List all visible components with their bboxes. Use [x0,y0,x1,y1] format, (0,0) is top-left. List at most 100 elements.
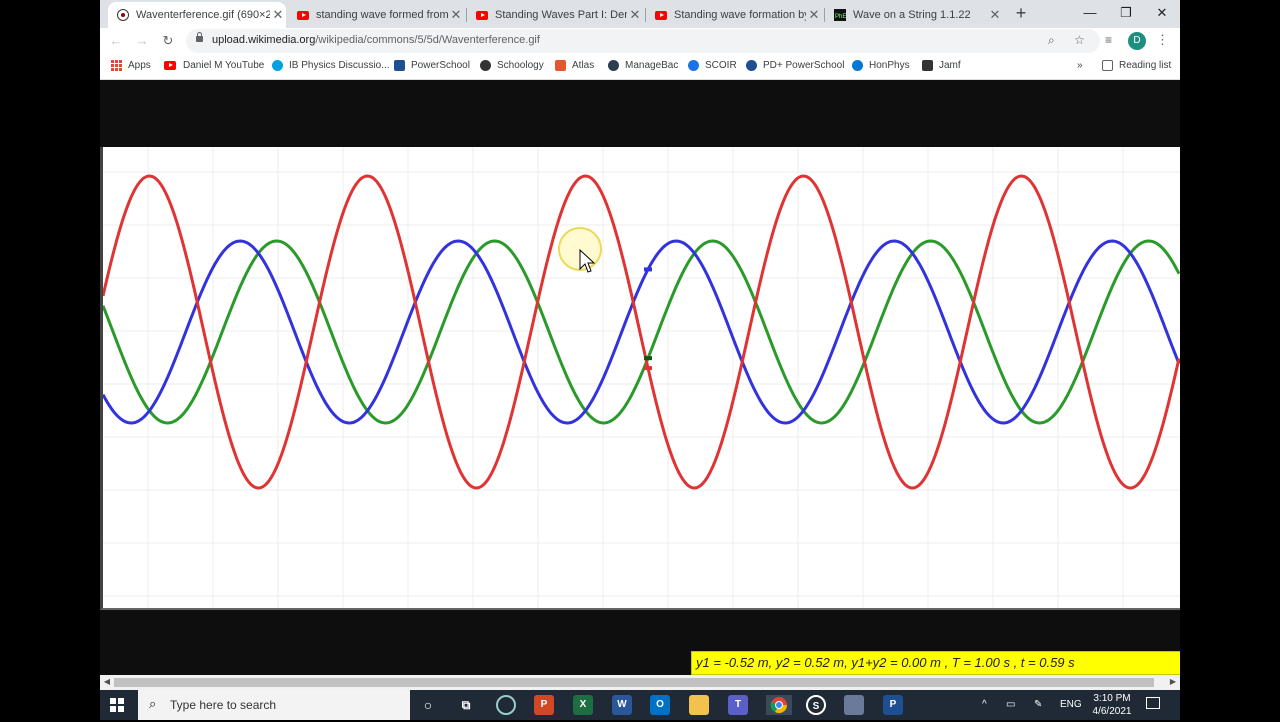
horizontal-scrollbar[interactable]: ◀ ▶ [100,675,1180,690]
powerpoint-icon[interactable]: P [534,695,554,715]
address-bar[interactable]: upload.wikimedia.org/wikipedia/commons/5… [186,29,1100,53]
bookmark-schoology[interactable]: Schoology [480,60,544,71]
apps-grid-icon [111,60,122,71]
bookmark-ib-physics[interactable]: IB Physics Discussio... [272,60,390,71]
bookmark-label: Schoology [497,60,544,71]
forward-button[interactable]: → [132,31,152,51]
back-button[interactable]: ← [106,31,126,51]
scroll-right-arrow[interactable]: ▶ [1167,676,1179,688]
wave-plot [101,147,1180,608]
task-view-icon[interactable]: ⧉ [456,695,476,715]
clock-time: 3:10 PM [1093,693,1131,704]
clock-date: 4/6/2021 [1092,706,1132,717]
bookmark-honphys[interactable]: HonPhys [852,60,910,71]
pen-icon[interactable]: ✎ [1034,699,1042,710]
windows-start-icon[interactable] [110,698,124,712]
powerschool-icon [394,60,405,71]
bookmark-label: PowerSchool [411,60,470,71]
onedrive-icon [852,60,863,71]
schoology-icon [480,60,491,71]
language-indicator[interactable]: ENG [1060,699,1082,710]
wave-animation-image: y1 = -0.52 m, y2 = 0.52 m, y1+y2 = 0.00 … [100,147,1180,675]
svg-text:PhET: PhET [835,14,846,20]
restore-button[interactable]: ❐ [1108,2,1144,24]
word-icon[interactable]: W [612,695,632,715]
schoology-taskbar-icon[interactable]: S [806,695,826,715]
scroll-left-arrow[interactable]: ◀ [101,676,113,688]
overflow-label: » [1077,60,1083,71]
new-tab-button[interactable]: + [1010,3,1032,24]
cortana-icon[interactable]: ○ [418,695,438,715]
globe-icon [746,60,757,71]
browser-window: Waventerference.gif (690×295) ✕ standing… [100,0,1180,690]
taskbar-search[interactable]: ⌕ Type here to search [138,690,410,720]
phet-icon: PhET [834,9,846,21]
search-icon: ⌕ [149,696,157,711]
salesforce-cloud-icon [272,60,283,71]
taskbar-clock[interactable]: 3:10 PM 4/6/2021 [1088,692,1136,718]
jamf-icon [922,60,933,71]
tab-wave-on-string[interactable]: PhET Wave on a String 1.1.22 ✕ [825,2,1003,28]
building-app-icon[interactable] [844,695,864,715]
tab-title: Waventerference.gif (690×295) [136,9,270,21]
bookmark-managebac[interactable]: ManageBac [608,60,678,71]
close-icon[interactable]: ✕ [987,7,1003,23]
managebac-icon [608,60,619,71]
close-icon[interactable]: ✕ [627,7,643,23]
reload-button[interactable]: ↻ [158,31,178,51]
show-hidden-icons[interactable]: ^ [982,699,987,710]
bookmark-jamf[interactable]: Jamf [922,60,961,71]
letterbox-right [1180,0,1280,690]
menu-icon[interactable]: ⋮ [1156,32,1169,48]
reading-list-icon [1102,60,1113,71]
bookmarks-bar: Apps Daniel M YouTube IB Physics Discuss… [100,54,1180,80]
tab-title: Wave on a String 1.1.22 [853,9,971,21]
bookmark-label: HonPhys [869,60,910,71]
excel-icon[interactable]: X [573,695,593,715]
file-explorer-icon[interactable] [689,695,709,715]
notification-icon[interactable] [1146,697,1160,709]
avatar[interactable]: D [1128,32,1146,50]
bookmark-star-icon[interactable]: ☆ [1074,33,1085,47]
tab-standing-wave-formation[interactable]: Standing wave formation by su ✕ [646,2,822,28]
bookmark-label: PD+ PowerSchool [763,60,845,71]
bookmark-apps[interactable]: Apps [111,60,151,71]
youtube-icon [164,61,176,70]
zoom-icon[interactable]: ⌕ [1048,33,1055,48]
reading-list-button[interactable]: Reading list [1102,60,1171,71]
media-control-icon[interactable]: ≡ [1105,33,1112,47]
outlook-icon[interactable]: O [650,695,670,715]
wave-sum-line [101,174,1180,490]
teams-icon[interactable]: T [728,695,748,715]
probe-y1-marker [644,267,652,272]
youtube-icon [297,9,309,21]
url-text[interactable]: upload.wikimedia.org/wikipedia/commons/5… [212,34,540,46]
minimize-button[interactable]: — [1072,2,1108,24]
bookmark-scoir[interactable]: SCOIR [688,60,737,71]
close-icon[interactable]: ✕ [270,7,286,23]
bookmark-powerschool[interactable]: PowerSchool [394,60,470,71]
mouse-cursor-icon [579,249,595,273]
scroll-thumb[interactable] [114,678,1154,687]
bookmark-atlas[interactable]: Atlas [555,60,594,71]
tab-standing-waves-part-1[interactable]: Standing Waves Part I: Demons ✕ [467,2,643,28]
bookmark-label: Daniel M YouTube [183,60,265,71]
close-window-button[interactable]: ✕ [1144,2,1180,24]
close-icon[interactable]: ✕ [806,7,822,23]
browser-toolbar: ← → ↻ upload.wikimedia.org/wikipedia/com… [100,28,1180,54]
bookmark-label: Atlas [572,60,595,71]
battery-icon[interactable]: ▭ [1006,699,1015,710]
url-host: upload.wikimedia.org [212,34,316,46]
wikimedia-icon [117,9,129,21]
bookmark-label: SCOIR [705,60,737,71]
bookmarks-overflow-button[interactable]: » [1077,60,1083,71]
tab-standing-wave-2[interactable]: standing wave formed from 2 c ✕ [288,2,464,28]
bookmark-daniel-youtube[interactable]: Daniel M YouTube [164,60,264,71]
bookmark-pd-powerschool[interactable]: PD+ PowerSchool [746,60,844,71]
powerschool-taskbar-icon[interactable]: P [883,695,903,715]
tab-waventerference[interactable]: Waventerference.gif (690×295) ✕ [108,2,286,28]
chrome-icon[interactable] [766,695,792,715]
close-icon[interactable]: ✕ [448,7,464,23]
bookmark-label: Jamf [939,60,961,71]
screen-recorder-icon[interactable] [496,695,516,715]
